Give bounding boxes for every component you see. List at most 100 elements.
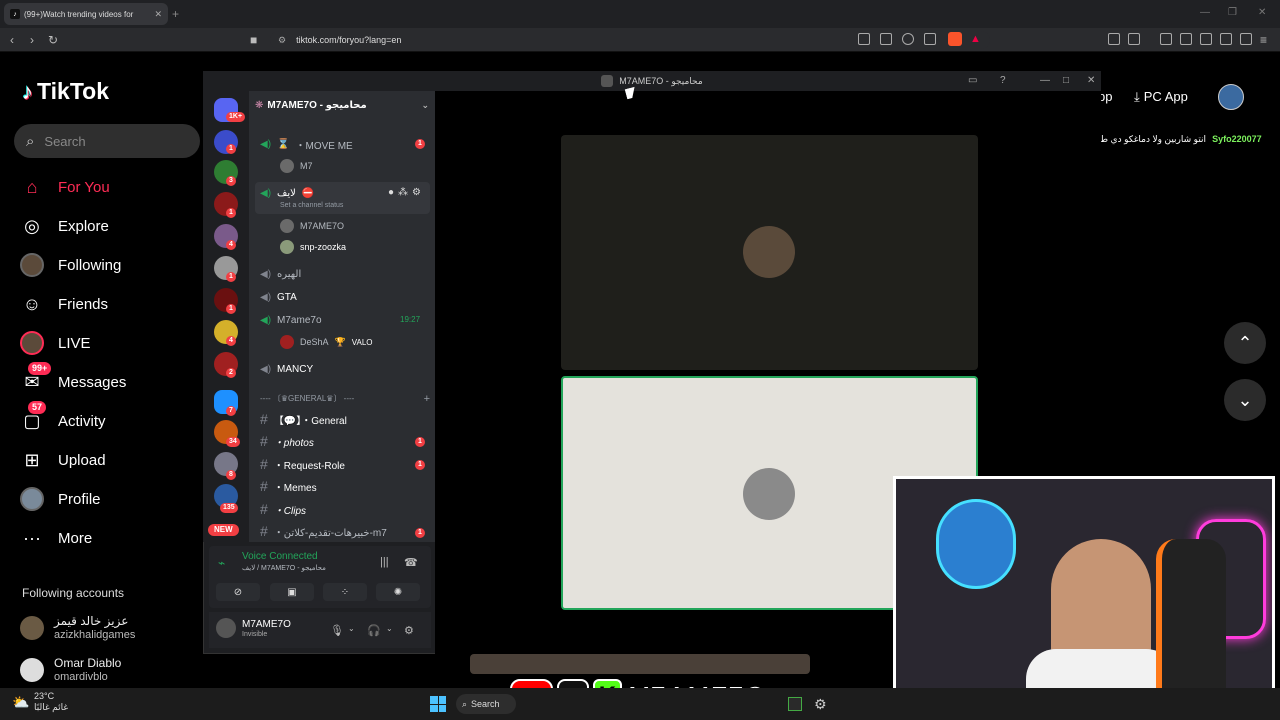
voice-user[interactable]: M7AME7O [280,218,344,234]
nav-explore[interactable]: ◎ Explore [20,212,109,240]
discord-minimize-icon[interactable]: — [1040,75,1050,86]
unread-badge: 1 [415,437,425,447]
nav-messages[interactable]: ✉ 99+ Messages [20,362,126,396]
microphone-icon[interactable]: 🎙 [330,624,344,637]
vpn-icon[interactable] [1240,33,1252,45]
channel-status[interactable]: Set a channel status [280,202,343,209]
menu-icon[interactable]: ≡ [1260,33,1267,47]
user-settings-icon[interactable]: ⚙ [404,624,414,637]
close-tab-icon[interactable]: ✕ [154,9,162,20]
steam-icon[interactable]: ⚙ [814,696,827,713]
bookmark-icon[interactable]: ■ [250,33,257,47]
zoom-icon[interactable] [902,33,914,45]
text-channel[interactable]: # ・Clips [260,501,306,517]
screen-share-button[interactable]: ▣ [270,583,314,601]
search-input[interactable]: ⌕ Search [14,124,200,158]
voice-user[interactable]: DeShA 🏆 VALO [280,334,373,350]
new-tab-icon[interactable]: + [172,7,179,21]
minimize-icon[interactable]: — [1200,7,1210,18]
reload-icon[interactable]: ↻ [48,33,58,47]
more-icon: ··· [23,527,41,548]
nav-more[interactable]: ··· More [20,524,92,552]
noise-suppression-icon[interactable]: ||| [380,556,389,568]
back-icon[interactable]: ‹ [10,33,14,47]
invite-icon[interactable]: ⁂ [398,187,408,198]
soundboard-button[interactable]: ✺ [376,583,420,601]
taskbar-app-icon[interactable] [788,697,802,711]
pc-app-button[interactable]: ⤓ PC App [1134,89,1188,105]
avatar [280,240,294,254]
disconnect-icon[interactable]: ☎ [404,556,418,569]
nav-activity[interactable]: ▢ 57 Activity [20,401,106,435]
next-video-button[interactable]: ⌄ [1224,379,1266,421]
nav-following[interactable]: Following [20,251,121,279]
chevron-down-icon[interactable]: ⌄ [386,624,393,633]
category-header[interactable]: ---- 〔♛GENERAL♛〕 ---- + [260,393,430,405]
voice-channel-mancy[interactable]: ◀) MANCY [260,361,313,377]
server-header[interactable]: ❋ M7AME7O - محاميجو ⌄ [255,100,429,111]
site-info-icon[interactable]: ⚙ [278,35,286,46]
following-account[interactable]: عزيز خالد قيمز azizkhalidgames [20,614,135,642]
inbox-icon[interactable]: ▭ [968,75,977,86]
close-window-icon[interactable]: ✕ [1258,7,1266,18]
add-channel-icon[interactable]: + [424,393,430,405]
user-avatar[interactable] [1218,84,1244,110]
voice-user[interactable]: M7 [280,158,313,174]
voice-channel-move-me[interactable]: ◀) ⌛ ・MOVE ME [260,136,353,152]
discord-close-icon[interactable]: ✕ [1087,75,1095,86]
extensions-icon[interactable] [1108,33,1120,45]
voice-connected-label[interactable]: Voice Connected [242,551,318,562]
hash-icon: # [260,501,268,517]
headphones-icon[interactable]: 🎧 [367,624,381,637]
user-avatar[interactable] [216,618,236,638]
discord-maximize-icon[interactable]: □ [1063,75,1069,86]
signal-icon[interactable]: ⌁ [218,556,225,570]
leo-icon[interactable] [1220,33,1232,45]
taskbar-search[interactable]: ⌕ Search [456,694,516,714]
username[interactable]: M7AME7O [242,619,291,630]
forward-icon[interactable]: › [30,33,34,47]
following-account[interactable]: Omar Diablo omardivblo [20,656,121,684]
share-icon[interactable] [924,33,936,45]
nav-friends[interactable]: ☺ Friends [20,290,108,318]
text-channel[interactable]: # ・Request-Role [260,456,345,472]
hourglass-icon: ⌛ [277,138,290,150]
weather-widget[interactable]: 23°C غائم غالبًا [34,691,68,713]
text-channel[interactable]: # 【💬】・General [260,411,347,427]
text-channel[interactable]: # ・Memes [260,478,317,494]
participant-tile[interactable] [561,135,978,370]
nav-live[interactable]: LIVE [20,329,91,357]
text-channel[interactable]: # ・photos [260,433,314,449]
voice-channel-live[interactable]: ◀) لايف ⛔ [260,185,314,201]
chevron-down-icon[interactable]: ⌄ [348,624,355,633]
help-icon[interactable]: ? [1000,75,1006,86]
brave-shield-icon[interactable] [948,32,962,46]
voice-channel-m7ame7o[interactable]: ◀) M7ame7o [260,312,322,328]
account-name: عزيز خالد قيمز [54,614,129,628]
window-title: M7AME7O - محاميجو [619,75,703,86]
wallet-icon[interactable] [1200,33,1212,45]
camera-off-button[interactable]: ⊘ [216,583,260,601]
voice-channel-thrones[interactable]: ◀) الهيره [260,266,301,282]
voice-user[interactable]: snp-zoozka [280,239,346,255]
voice-channel-gta[interactable]: ◀) GTA [260,289,297,305]
nav-for-you[interactable]: ⌂ For You [20,173,110,201]
windows-start-icon[interactable] [430,696,446,712]
settings-gear-icon[interactable]: ⚙ [412,187,421,198]
activities-button[interactable]: ⁘ [323,583,367,601]
nav-upload[interactable]: ⊞ Upload [20,446,105,474]
maximize-icon[interactable]: ❐ [1228,7,1237,18]
music-icon[interactable] [1160,33,1172,45]
previous-video-button[interactable]: ⌃ [1224,322,1266,364]
nav-profile[interactable]: Profile [20,485,101,513]
screenshot-icon[interactable] [1128,33,1140,45]
reader-icon[interactable] [880,33,892,45]
sidebar-icon[interactable] [1180,33,1192,45]
screen-share-icon: ▣ [287,586,297,598]
rewards-icon[interactable]: ▲ [970,33,981,45]
extension-icon[interactable] [858,33,870,45]
text-channel[interactable]: # ・خبيرهات-تقديم-كلاتن-m7 [260,523,387,539]
tiktok-logo[interactable]: ♪ TikTok [22,78,109,105]
chat-icon[interactable]: ● [388,187,394,198]
browser-tab[interactable]: ♪ (99+)Watch trending videos for ✕ [4,3,168,25]
